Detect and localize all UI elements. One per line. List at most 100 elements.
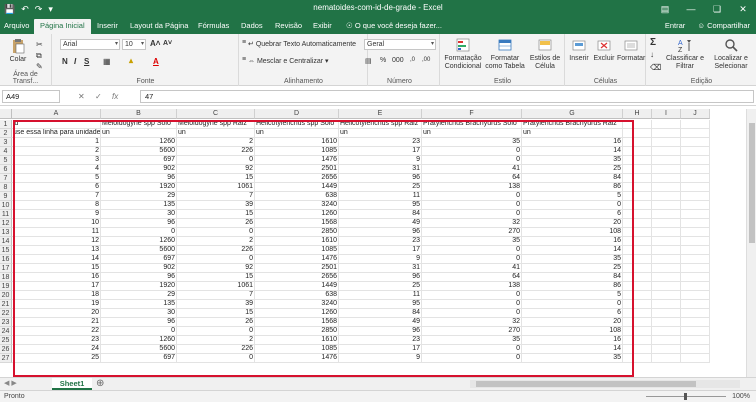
cell-g11[interactable]: 6	[522, 210, 623, 219]
cell-e17[interactable]: 31	[339, 264, 422, 273]
cell-a11[interactable]: 9	[12, 210, 101, 219]
cell-i16[interactable]	[652, 255, 681, 264]
cell-h16[interactable]	[623, 255, 652, 264]
cell-b25[interactable]: 1260	[101, 336, 177, 345]
row-header[interactable]: 4	[0, 147, 12, 156]
cell-j26[interactable]	[681, 345, 710, 354]
cell-a26[interactable]: 24	[12, 345, 101, 354]
cell-d9[interactable]: 638	[255, 192, 339, 201]
cell-c6[interactable]: 92	[177, 165, 255, 174]
cell-g17[interactable]: 25	[522, 264, 623, 273]
font-color-icon[interactable]: A	[153, 57, 159, 66]
cell-h20[interactable]	[623, 291, 652, 300]
cell-b8[interactable]: 1920	[101, 183, 177, 192]
cell-a18[interactable]: 16	[12, 273, 101, 282]
cell-d19[interactable]: 1449	[255, 282, 339, 291]
cell-f19[interactable]: 138	[422, 282, 522, 291]
cell-h8[interactable]	[623, 183, 652, 192]
cell-e25[interactable]: 23	[339, 336, 422, 345]
cell-e21[interactable]: 95	[339, 300, 422, 309]
tab-exibir[interactable]: Exibir	[313, 20, 332, 34]
cell-g16[interactable]: 35	[522, 255, 623, 264]
column-header-g[interactable]: G	[522, 109, 623, 119]
column-header-a[interactable]: A	[12, 109, 101, 119]
cell-j5[interactable]	[681, 156, 710, 165]
cell-e12[interactable]: 49	[339, 219, 422, 228]
cell-h4[interactable]	[623, 147, 652, 156]
row-header[interactable]: 2	[0, 129, 12, 138]
cell-f18[interactable]: 64	[422, 273, 522, 282]
increase-decimal-icon[interactable]: ,0	[410, 57, 415, 63]
cell-h12[interactable]	[623, 219, 652, 228]
cell-i11[interactable]	[652, 210, 681, 219]
format-as-table-button[interactable]: Formatar como Tabela	[484, 37, 526, 71]
cell-e2[interactable]: un	[339, 129, 422, 138]
cell-f15[interactable]: 0	[422, 246, 522, 255]
merge-center-button[interactable]: ⇔ Mesclar e Centralizar ▾	[248, 57, 329, 65]
cell-i6[interactable]	[652, 165, 681, 174]
cell-h14[interactable]	[623, 237, 652, 246]
row-header[interactable]: 20	[0, 291, 12, 300]
cell-e27[interactable]: 9	[339, 354, 422, 363]
row-header[interactable]: 14	[0, 237, 12, 246]
cell-e23[interactable]: 49	[339, 318, 422, 327]
column-header-e[interactable]: E	[339, 109, 422, 119]
cell-b19[interactable]: 1920	[101, 282, 177, 291]
vertical-scroll-thumb[interactable]	[749, 123, 755, 243]
row-header[interactable]: 18	[0, 273, 12, 282]
cell-g23[interactable]: 20	[522, 318, 623, 327]
cell-g26[interactable]: 14	[522, 345, 623, 354]
cell-e3[interactable]: 23	[339, 138, 422, 147]
column-header-i[interactable]: I	[652, 109, 681, 119]
tell-me-search[interactable]: ☉ O que você deseja fazer...	[346, 20, 442, 34]
cell-c20[interactable]: 7	[177, 291, 255, 300]
cell-styles-button[interactable]: Estilos de Célula	[527, 37, 563, 71]
cell-a8[interactable]: 6	[12, 183, 101, 192]
cell-b14[interactable]: 1260	[101, 237, 177, 246]
increase-font-icon[interactable]: A˄	[150, 39, 160, 48]
cell-f2[interactable]: un	[422, 129, 522, 138]
cell-f26[interactable]: 0	[422, 345, 522, 354]
cell-b6[interactable]: 902	[101, 165, 177, 174]
cell-i27[interactable]	[652, 354, 681, 363]
cell-g18[interactable]: 84	[522, 273, 623, 282]
cell-j12[interactable]	[681, 219, 710, 228]
cell-f22[interactable]: 0	[422, 309, 522, 318]
cell-f21[interactable]: 0	[422, 300, 522, 309]
cell-c5[interactable]: 0	[177, 156, 255, 165]
cell-j15[interactable]	[681, 246, 710, 255]
cell-j20[interactable]	[681, 291, 710, 300]
cell-g21[interactable]: 0	[522, 300, 623, 309]
worksheet-grid[interactable]: A B C D E F G H I J 1 id Meloidogyne spp Solo Meloido…	[0, 109, 746, 377]
row-header[interactable]: 26	[0, 345, 12, 354]
cell-e7[interactable]: 96	[339, 174, 422, 183]
cell-c9[interactable]: 7	[177, 192, 255, 201]
cell-h10[interactable]	[623, 201, 652, 210]
fill-color-icon[interactable]: ▴	[129, 56, 133, 65]
cell-e5[interactable]: 9	[339, 156, 422, 165]
cell-f25[interactable]: 35	[422, 336, 522, 345]
tab-dados[interactable]: Dados	[241, 20, 263, 34]
column-header-h[interactable]: H	[623, 109, 652, 119]
cell-b12[interactable]: 96	[101, 219, 177, 228]
cell-d18[interactable]: 2656	[255, 273, 339, 282]
wrap-text-button[interactable]: ↵ Quebrar Texto Automaticamente	[248, 40, 356, 48]
cell-a6[interactable]: 4	[12, 165, 101, 174]
cell-c4[interactable]: 226	[177, 147, 255, 156]
cell-h19[interactable]	[623, 282, 652, 291]
cell-h21[interactable]	[623, 300, 652, 309]
find-select-button[interactable]: Localizar e Selecionar	[707, 37, 755, 71]
cell-j4[interactable]	[681, 147, 710, 156]
cell-i18[interactable]	[652, 273, 681, 282]
cell-c18[interactable]: 15	[177, 273, 255, 282]
formula-input[interactable]: 47	[140, 90, 754, 103]
cell-f17[interactable]: 41	[422, 264, 522, 273]
cell-d6[interactable]: 2501	[255, 165, 339, 174]
cell-b27[interactable]: 697	[101, 354, 177, 363]
cell-d26[interactable]: 1085	[255, 345, 339, 354]
cell-c25[interactable]: 2	[177, 336, 255, 345]
zoom-level[interactable]: 100%	[732, 391, 750, 402]
cell-c19[interactable]: 1061	[177, 282, 255, 291]
conditional-formatting-button[interactable]: Formatação Condicional	[443, 37, 483, 71]
cell-e13[interactable]: 96	[339, 228, 422, 237]
